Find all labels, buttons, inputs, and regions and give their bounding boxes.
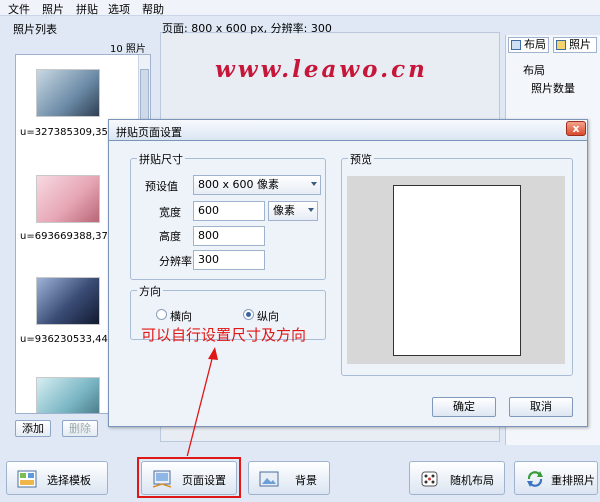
ok-button[interactable]: 确定 (432, 397, 496, 417)
close-button[interactable]: x (566, 121, 586, 136)
annotation-arrow (186, 347, 218, 458)
resolution-input[interactable]: 300 (193, 250, 265, 270)
preview-group-title: 预览 (348, 151, 374, 167)
photo-thumbnail[interactable] (36, 69, 100, 117)
annotation-text: 可以自行设置尺寸及方向 (141, 326, 307, 344)
choose-template-button[interactable]: 选择模板 (6, 461, 108, 495)
menu-help[interactable]: 帮助 (142, 1, 164, 17)
photo-count: 10 照片 (110, 44, 146, 55)
rearrange-photos-label: 重排照片 (551, 474, 595, 487)
add-photo-button[interactable]: 添加 (15, 420, 51, 437)
menu-photo[interactable]: 照片 (42, 1, 64, 17)
random-layout-button[interactable]: 随机布局 (409, 461, 505, 495)
random-layout-label: 随机布局 (450, 474, 494, 487)
page-info: 页面: 800 x 600 px, 分辨率: 300 (162, 22, 332, 35)
tab-layout-label: 布局 (524, 38, 546, 51)
photo-list-title: 照片列表 (13, 23, 57, 36)
tab-photo-label: 照片 (569, 38, 591, 51)
size-group-title: 拼贴尺寸 (137, 151, 185, 167)
dialog-title: 拼贴页面设置 (116, 126, 182, 139)
portrait-radio[interactable] (243, 309, 254, 320)
layout-section-title: 布局 (523, 64, 545, 77)
refresh-icon (527, 471, 543, 487)
orientation-group-title: 方向 (137, 283, 163, 299)
cancel-button[interactable]: 取消 (509, 397, 573, 417)
preset-value: 800 x 600 像素 (198, 178, 279, 191)
preview-page (393, 185, 521, 356)
photo-icon (556, 40, 566, 50)
resolution-label: 分辨率 (159, 255, 192, 268)
landscape-radio[interactable] (156, 309, 167, 320)
delete-photo-button[interactable]: 删除 (62, 420, 98, 437)
highlight-box (137, 457, 241, 498)
tab-layout[interactable]: 布局 (508, 37, 549, 53)
rearrange-photos-button[interactable]: 重排照片 (514, 461, 598, 495)
background-label: 背景 (295, 474, 317, 487)
background-icon (259, 471, 279, 487)
unit-dropdown[interactable]: 像素 (268, 201, 318, 221)
height-input[interactable]: 800 (193, 226, 265, 246)
menubar: 文件 照片 拼贴 选项 帮助 (0, 0, 600, 16)
background-button[interactable]: 背景 (248, 461, 330, 495)
menu-file[interactable]: 文件 (8, 1, 30, 17)
layout-icon (511, 40, 521, 50)
chevron-down-icon (311, 182, 317, 186)
preset-label: 预设值 (145, 180, 178, 193)
menu-collage[interactable]: 拼贴 (76, 1, 98, 17)
menu-options[interactable]: 选项 (108, 1, 130, 17)
landscape-label: 横向 (170, 310, 192, 323)
unit-value: 像素 (273, 204, 295, 217)
photo-thumbnail[interactable] (36, 377, 100, 413)
photo-thumbnail[interactable] (36, 277, 100, 325)
width-input[interactable]: 600 (193, 201, 265, 221)
dice-icon (421, 471, 438, 487)
template-icon (17, 470, 37, 488)
preset-dropdown[interactable]: 800 x 600 像素 (193, 175, 321, 195)
photo-thumbnail[interactable] (36, 175, 100, 223)
watermark-text: www.leawo.cn (215, 56, 428, 83)
choose-template-label: 选择模板 (47, 474, 91, 487)
photo-count-label: 照片数量 (531, 82, 575, 95)
chevron-down-icon (308, 208, 314, 212)
height-label: 高度 (159, 230, 181, 243)
width-label: 宽度 (159, 206, 181, 219)
tab-photo[interactable]: 照片 (553, 37, 597, 53)
portrait-label: 纵向 (257, 310, 279, 323)
